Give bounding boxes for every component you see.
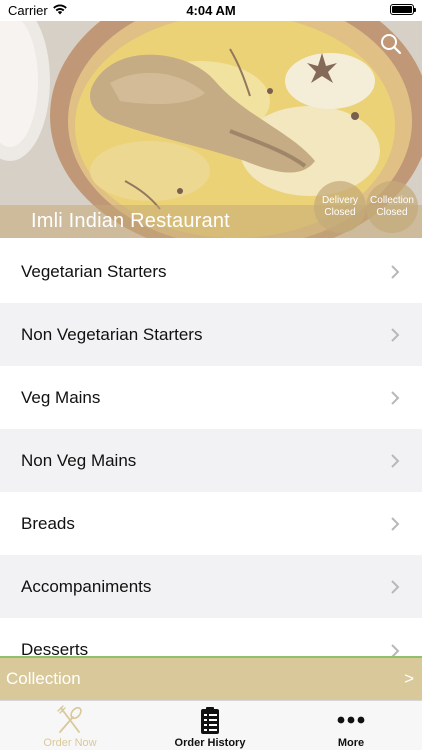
collection-status-label: Collection [370,195,414,206]
menu-category-label: Veg Mains [21,387,101,407]
tab-order-now[interactable]: Order Now [0,701,140,750]
tab-more[interactable]: More [281,701,421,750]
tab-label: Order History [174,737,246,749]
search-icon[interactable] [380,33,402,55]
tab-order-history[interactable]: Order History [140,701,280,750]
chevron-right-icon [391,327,400,342]
restaurant-name: Imli Indian Restaurant [31,210,230,232]
restaurant-hero: Imli Indian Restaurant Delivery Closed C… [0,21,422,238]
delivery-status-badge: Delivery Closed [314,181,366,233]
menu-category-row[interactable]: Non Veg Mains [0,429,422,492]
chevron-right-icon [391,516,400,531]
collection-status-value: Closed [376,207,408,218]
menu-category-row[interactable]: Veg Mains [0,366,422,429]
menu-category-label: Non Veg Mains [21,450,137,470]
delivery-status-label: Delivery [321,195,359,206]
fork-spoon-icon [57,705,82,733]
battery-icon [390,4,416,15]
collection-bar[interactable]: Collection > [0,656,422,700]
tab-label: More [337,737,365,749]
menu-category-label: Breads [21,513,75,533]
chevron-right-icon [391,453,400,468]
menu-category-list: Vegetarian Starters Non Vegetarian Start… [0,240,422,681]
collection-label: Collection [6,669,81,688]
status-bar: Carrier 4:04 AM [0,0,422,21]
collection-status-badge: Collection Closed [366,181,418,233]
menu-category-label: Non Vegetarian Starters [21,324,203,344]
menu-category-label: Accompaniments [21,576,152,596]
menu-category-row[interactable]: Vegetarian Starters [0,240,422,303]
clock-time: 4:04 AM [186,3,236,18]
tab-bar: Order Now Order History More [0,700,422,750]
more-dots-icon [337,716,365,724]
menu-category-label: Vegetarian Starters [21,261,167,281]
tab-label: Order Now [43,737,97,749]
chevron-right-icon [391,390,400,405]
menu-category-row[interactable]: Non Vegetarian Starters [0,303,422,366]
chevron-right-icon [391,264,400,279]
menu-category-row[interactable]: Breads [0,492,422,555]
clipboard-list-icon [201,707,219,734]
menu-category-row[interactable]: Accompaniments [0,555,422,618]
delivery-status-value: Closed [324,207,356,218]
chevron-right-icon [391,579,400,594]
collection-arrow-icon: > [404,669,414,688]
